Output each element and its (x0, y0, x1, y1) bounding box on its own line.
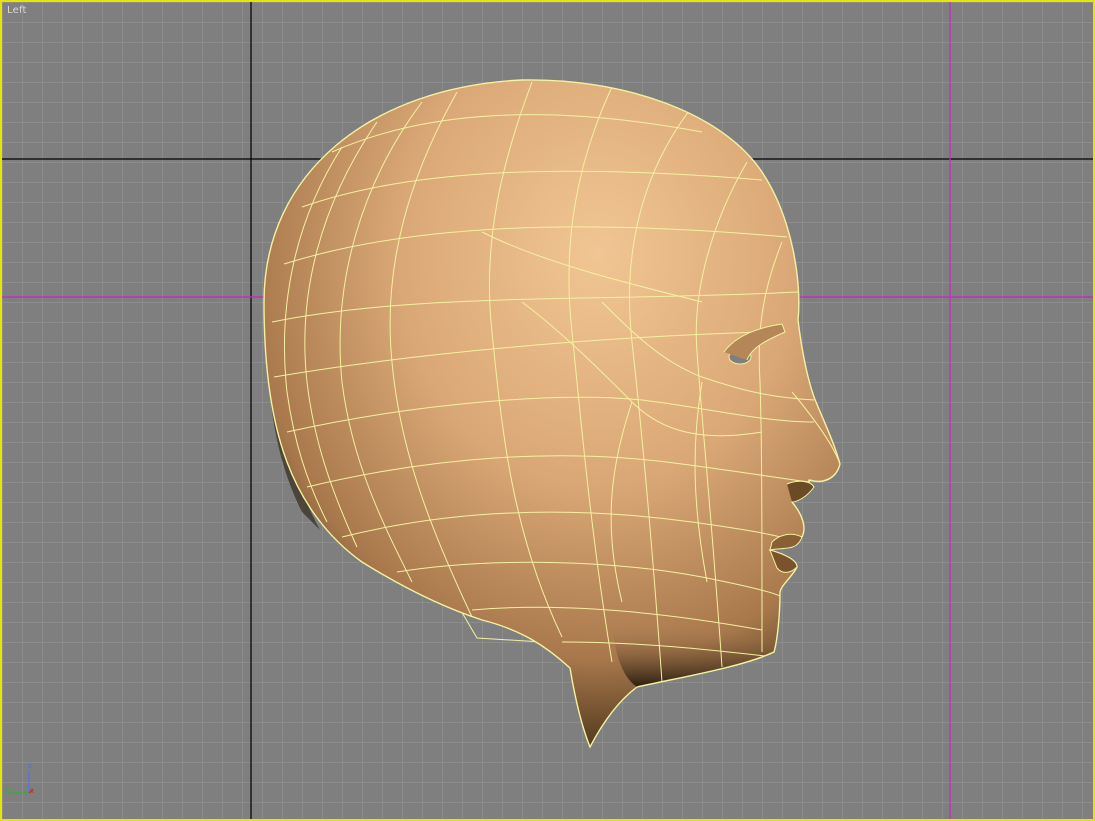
viewport-canvas[interactable]: z y x (2, 2, 1095, 821)
z-axis-label: z (28, 762, 32, 770)
viewport-label[interactable]: Left (7, 5, 27, 16)
left-viewport[interactable]: z y x Left (0, 0, 1095, 821)
x-axis-label: x (30, 787, 34, 795)
y-axis-label: y (5, 785, 9, 793)
